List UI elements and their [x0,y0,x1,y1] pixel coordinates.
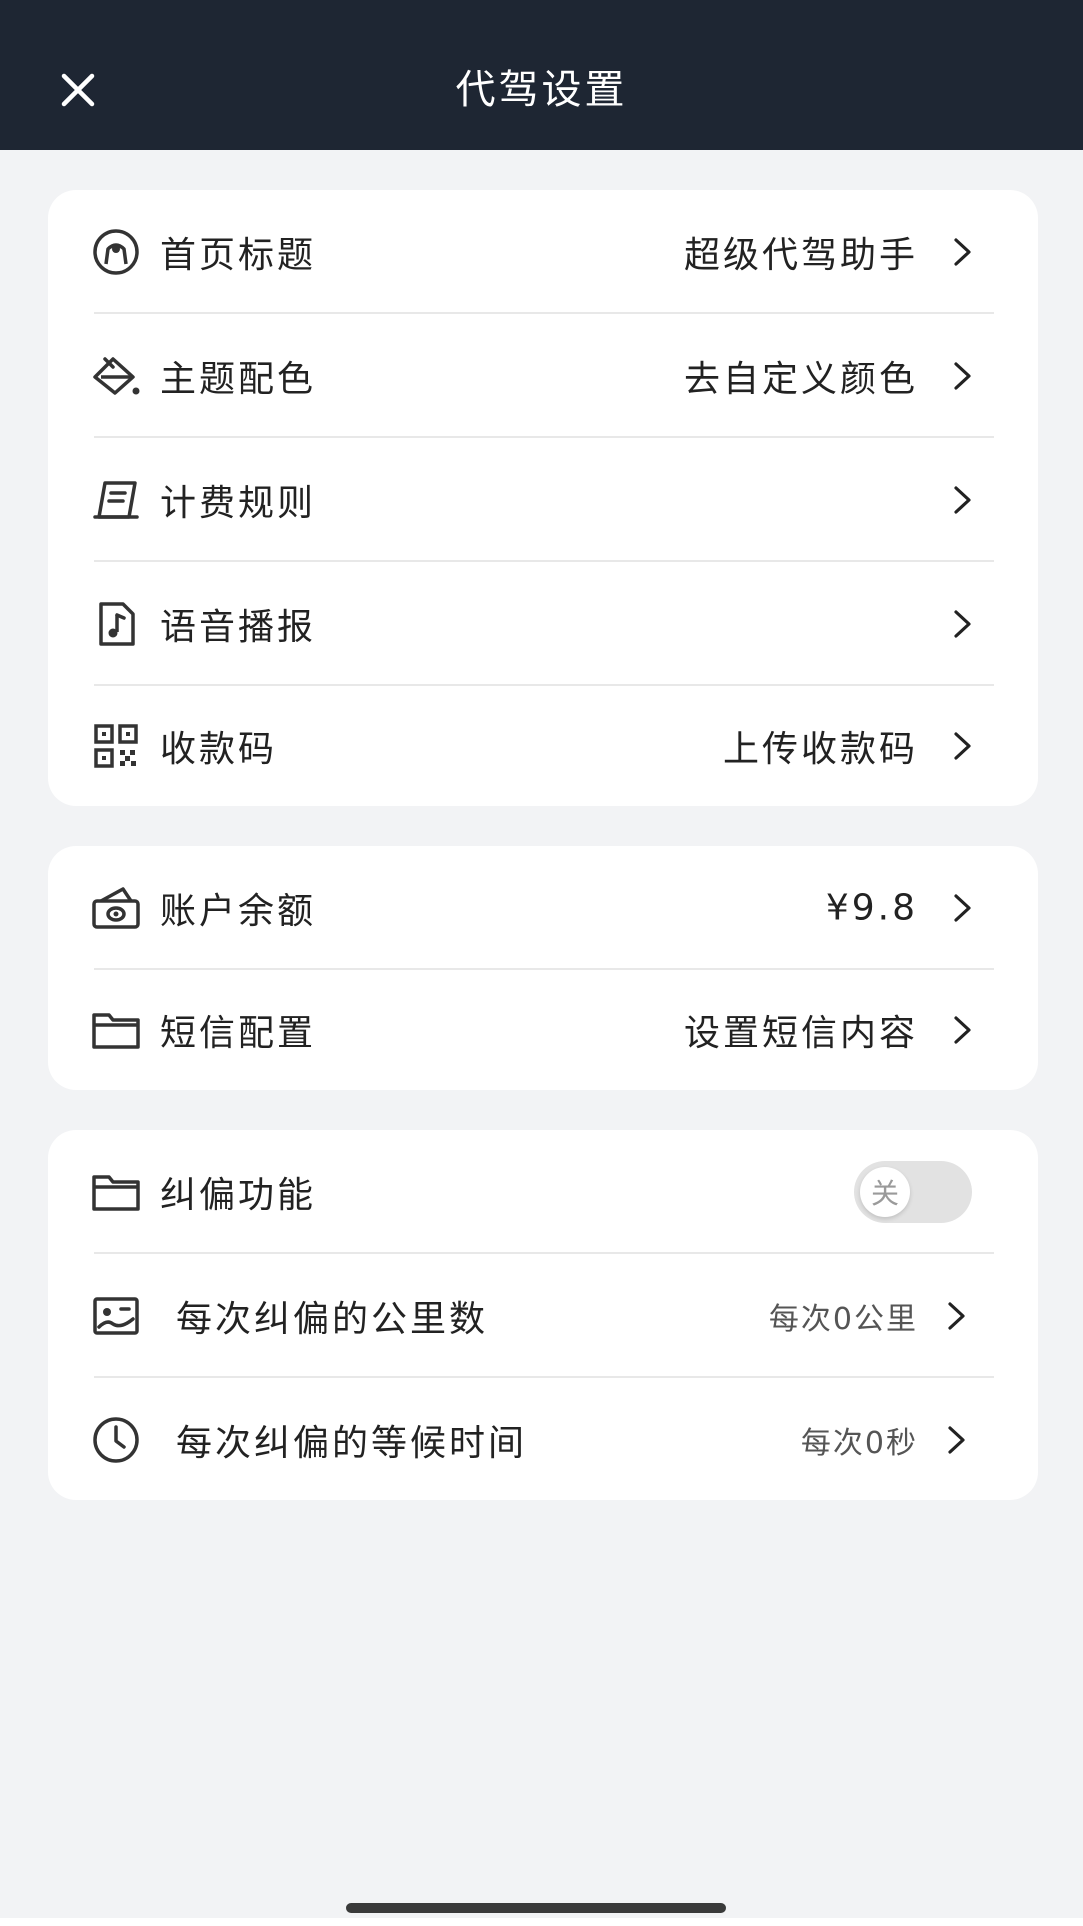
chevron-right-icon [942,1425,972,1455]
setting-row-correction-toggle: 纠偏功能 关 [48,1130,1038,1254]
setting-value: 每次0公里 [768,1302,918,1337]
chevron-right-icon [948,731,978,761]
setting-label: 账户余额 [160,891,317,932]
setting-label: 每次纠偏的等候时间 [176,1423,528,1464]
bottom-strip [0,1918,1083,1926]
setting-label: 纠偏功能 [160,1175,317,1216]
setting-label: 短信配置 [160,1013,317,1054]
setting-row-voice-broadcast[interactable]: 语音播报 [48,562,1038,686]
setting-label: 主题配色 [160,359,317,400]
receipt-icon [90,474,142,526]
setting-row-sms-config[interactable]: 短信配置 设置短信内容 [48,968,1038,1092]
chevron-right-icon [948,485,978,515]
setting-row-account-balance[interactable]: 账户余额 ¥9.8 [48,846,1038,970]
clock-icon [90,1414,142,1466]
setting-label: 计费规则 [160,483,317,524]
page-title: 代驾设置 [455,67,628,113]
setting-value: ¥9.8 [825,887,918,929]
settings-card-general: 首页标题 超级代驾助手 主题配色 去自定义颜色 计费规则 语音播报 收款码 上传… [48,190,1038,806]
chevron-right-icon [948,893,978,923]
setting-value: 每次0秒 [800,1426,918,1461]
chevron-right-icon [948,237,978,267]
map-card-icon [90,1290,142,1342]
correction-toggle-switch[interactable]: 关 [854,1161,972,1223]
setting-row-theme-color[interactable]: 主题配色 去自定义颜色 [48,314,1038,438]
folder-icon [90,1004,142,1056]
cash-icon [90,882,142,934]
setting-row-correction-wait-time[interactable]: 每次纠偏的等候时间 每次0秒 [48,1378,1038,1502]
toggle-knob: 关 [860,1167,910,1217]
setting-label: 每次纠偏的公里数 [176,1299,489,1340]
header-bar: 代驾设置 [0,0,1083,150]
chevron-right-icon [942,1301,972,1331]
settings-card-correction: 纠偏功能 关 每次纠偏的公里数 每次0公里 每次纠偏的等候时间 每次0秒 [48,1130,1038,1500]
setting-row-payment-code[interactable]: 收款码 上传收款码 [48,684,1038,808]
setting-value: 上传收款码 [722,729,918,770]
setting-row-home-title[interactable]: 首页标题 超级代驾助手 [48,190,1038,314]
paint-bucket-icon [90,350,142,402]
chevron-right-icon [948,1015,978,1045]
setting-label: 语音播报 [160,607,317,648]
setting-value: 超级代驾助手 [683,235,918,276]
seat-icon [90,226,142,278]
setting-value: 设置短信内容 [683,1013,918,1054]
setting-value: 去自定义颜色 [683,359,918,400]
setting-row-correction-distance[interactable]: 每次纠偏的公里数 每次0公里 [48,1254,1038,1378]
audio-file-icon [90,598,142,650]
folder-icon [90,1166,142,1218]
chevron-right-icon [948,609,978,639]
chevron-right-icon [948,361,978,391]
qr-code-icon [90,720,142,772]
setting-label: 收款码 [160,729,278,770]
settings-card-account: 账户余额 ¥9.8 短信配置 设置短信内容 [48,846,1038,1090]
setting-row-billing-rules[interactable]: 计费规则 [48,438,1038,562]
home-indicator [346,1903,726,1913]
setting-label: 首页标题 [160,235,317,276]
